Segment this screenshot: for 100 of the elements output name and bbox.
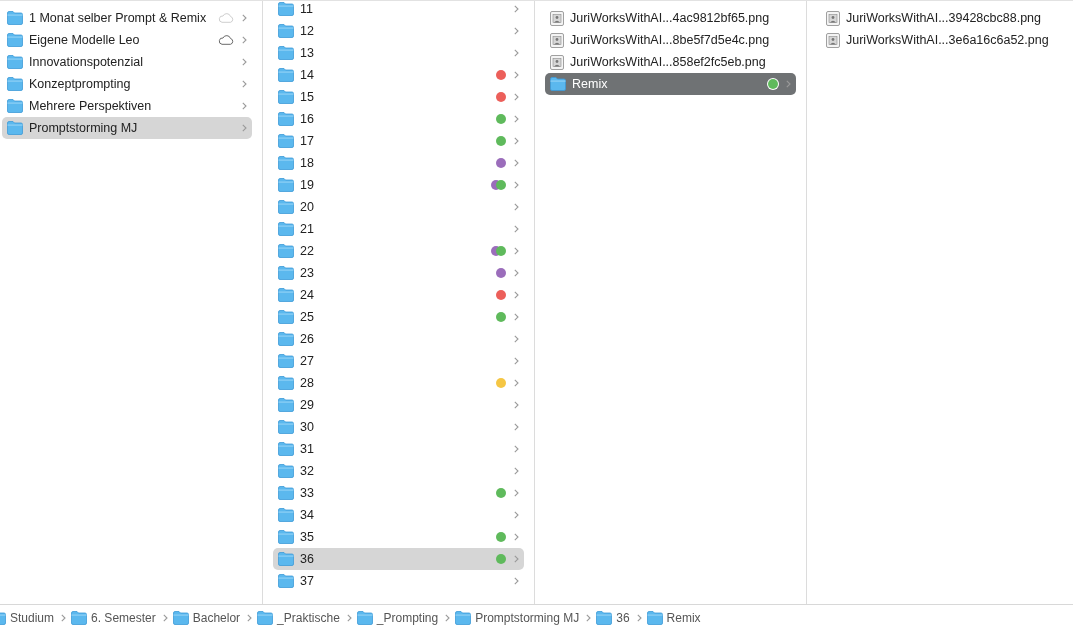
path-item[interactable]: Studium [0,611,55,625]
image-file-icon [550,54,564,70]
folder-item[interactable]: 1 Monat selber Prompt & Remix [2,7,252,29]
folder-icon [278,574,294,588]
folder-item[interactable]: 32 [273,460,524,482]
folder-icon [172,611,189,625]
chevron-right-icon [514,159,519,167]
chevron-right-icon [514,203,519,211]
folder-icon [278,178,294,192]
folder-icon [356,611,373,625]
chevron-right-icon [242,58,247,66]
path-item[interactable]: 36 [596,611,630,625]
folder-item[interactable]: 20 [273,196,524,218]
folder-icon [278,134,294,148]
folder-item[interactable]: 17 [273,130,524,152]
folder-item[interactable]: Remix [545,73,796,95]
image-file-icon [550,10,564,26]
chevron-right-icon [514,335,519,343]
file-item[interactable]: JuriWorksWithAI...858ef2fc5eb.png [545,51,796,73]
chevron-right-icon [514,401,519,409]
folder-icon [7,121,23,135]
image-file-icon [550,32,564,48]
folder-icon [7,99,23,113]
folder-item[interactable]: 28 [273,372,524,394]
folder-item[interactable]: 34 [273,504,524,526]
folder-icon [455,611,472,625]
folder-icon [278,288,294,302]
folder-icon [278,420,294,434]
folder-icon [278,200,294,214]
chevron-right-icon [242,14,247,22]
folder-item[interactable]: 11 [273,1,524,20]
folder-item[interactable]: Innovationspotenzial [2,51,252,73]
chevron-right-icon [514,137,519,145]
chevron-right-icon [61,614,67,622]
chevron-right-icon [242,80,247,88]
path-item[interactable]: Bachelor [172,611,241,625]
folder-icon [278,68,294,82]
folder-item[interactable]: Promptstorming MJ [2,117,252,139]
folder-item[interactable]: 21 [273,218,524,240]
folder-item[interactable]: 25 [273,306,524,328]
folder-icon [278,46,294,60]
folder-item[interactable]: 16 [273,108,524,130]
chevron-right-icon [786,80,791,88]
chevron-right-icon [242,36,247,44]
chevron-right-icon [514,511,519,519]
folder-item[interactable]: Mehrere Perspektiven [2,95,252,117]
file-item[interactable]: JuriWorksWithAI...39428cbc88.png [821,7,1063,29]
chevron-right-icon [514,247,519,255]
folder-icon [278,310,294,324]
chevron-right-icon [514,71,519,79]
folder-icon [257,611,274,625]
folder-item[interactable]: 31 [273,438,524,460]
folder-icon [278,486,294,500]
folder-item[interactable]: 19 [273,174,524,196]
folder-icon [71,611,88,625]
chevron-right-icon [346,614,352,622]
chevron-right-icon [514,555,519,563]
file-item[interactable]: JuriWorksWithAI...8be5f7d5e4c.png [545,29,796,51]
folder-item[interactable]: 15 [273,86,524,108]
path-item[interactable]: Promptstorming MJ [455,611,580,625]
folder-item[interactable]: 30 [273,416,524,438]
folder-item[interactable]: 37 [273,570,524,592]
path-item[interactable]: _Prompting [356,611,439,625]
file-item[interactable]: JuriWorksWithAI...4ac9812bf65.png [545,7,796,29]
folder-item[interactable]: Konzeptprompting [2,73,252,95]
folder-item[interactable]: 27 [273,350,524,372]
folder-icon [278,376,294,390]
path-item[interactable]: Remix [646,611,701,625]
file-item[interactable]: JuriWorksWithAI...3e6a16c6a52.png [821,29,1063,51]
folder-item[interactable]: 35 [273,526,524,548]
path-item[interactable]: _Praktische [257,611,340,625]
folder-icon [278,24,294,38]
path-item[interactable]: 6. Semester [71,611,156,625]
folder-item[interactable]: 29 [273,394,524,416]
folder-item[interactable]: 18 [273,152,524,174]
chevron-right-icon [514,423,519,431]
chevron-right-icon [514,225,519,233]
folder-item[interactable]: Eigene Modelle Leo [2,29,252,51]
folder-item[interactable]: 14 [273,64,524,86]
folder-item[interactable]: 26 [273,328,524,350]
folder-item[interactable]: 33 [273,482,524,504]
chevron-right-icon [636,614,642,622]
folder-item[interactable]: 24 [273,284,524,306]
folder-item[interactable]: 22 [273,240,524,262]
folder-icon [278,156,294,170]
chevron-right-icon [514,5,519,13]
folder-icon [278,530,294,544]
folder-item[interactable]: 13 [273,42,524,64]
chevron-right-icon [514,49,519,57]
chevron-right-icon [242,124,247,132]
chevron-right-icon [445,614,451,622]
folder-icon [278,508,294,522]
folder-icon [7,55,23,69]
folder-icon [278,442,294,456]
folder-item[interactable]: 36 [273,548,524,570]
folder-item[interactable]: 23 [273,262,524,284]
chevron-right-icon [247,614,253,622]
chevron-right-icon [514,379,519,387]
folder-item[interactable]: 12 [273,20,524,42]
folder-icon [278,398,294,412]
